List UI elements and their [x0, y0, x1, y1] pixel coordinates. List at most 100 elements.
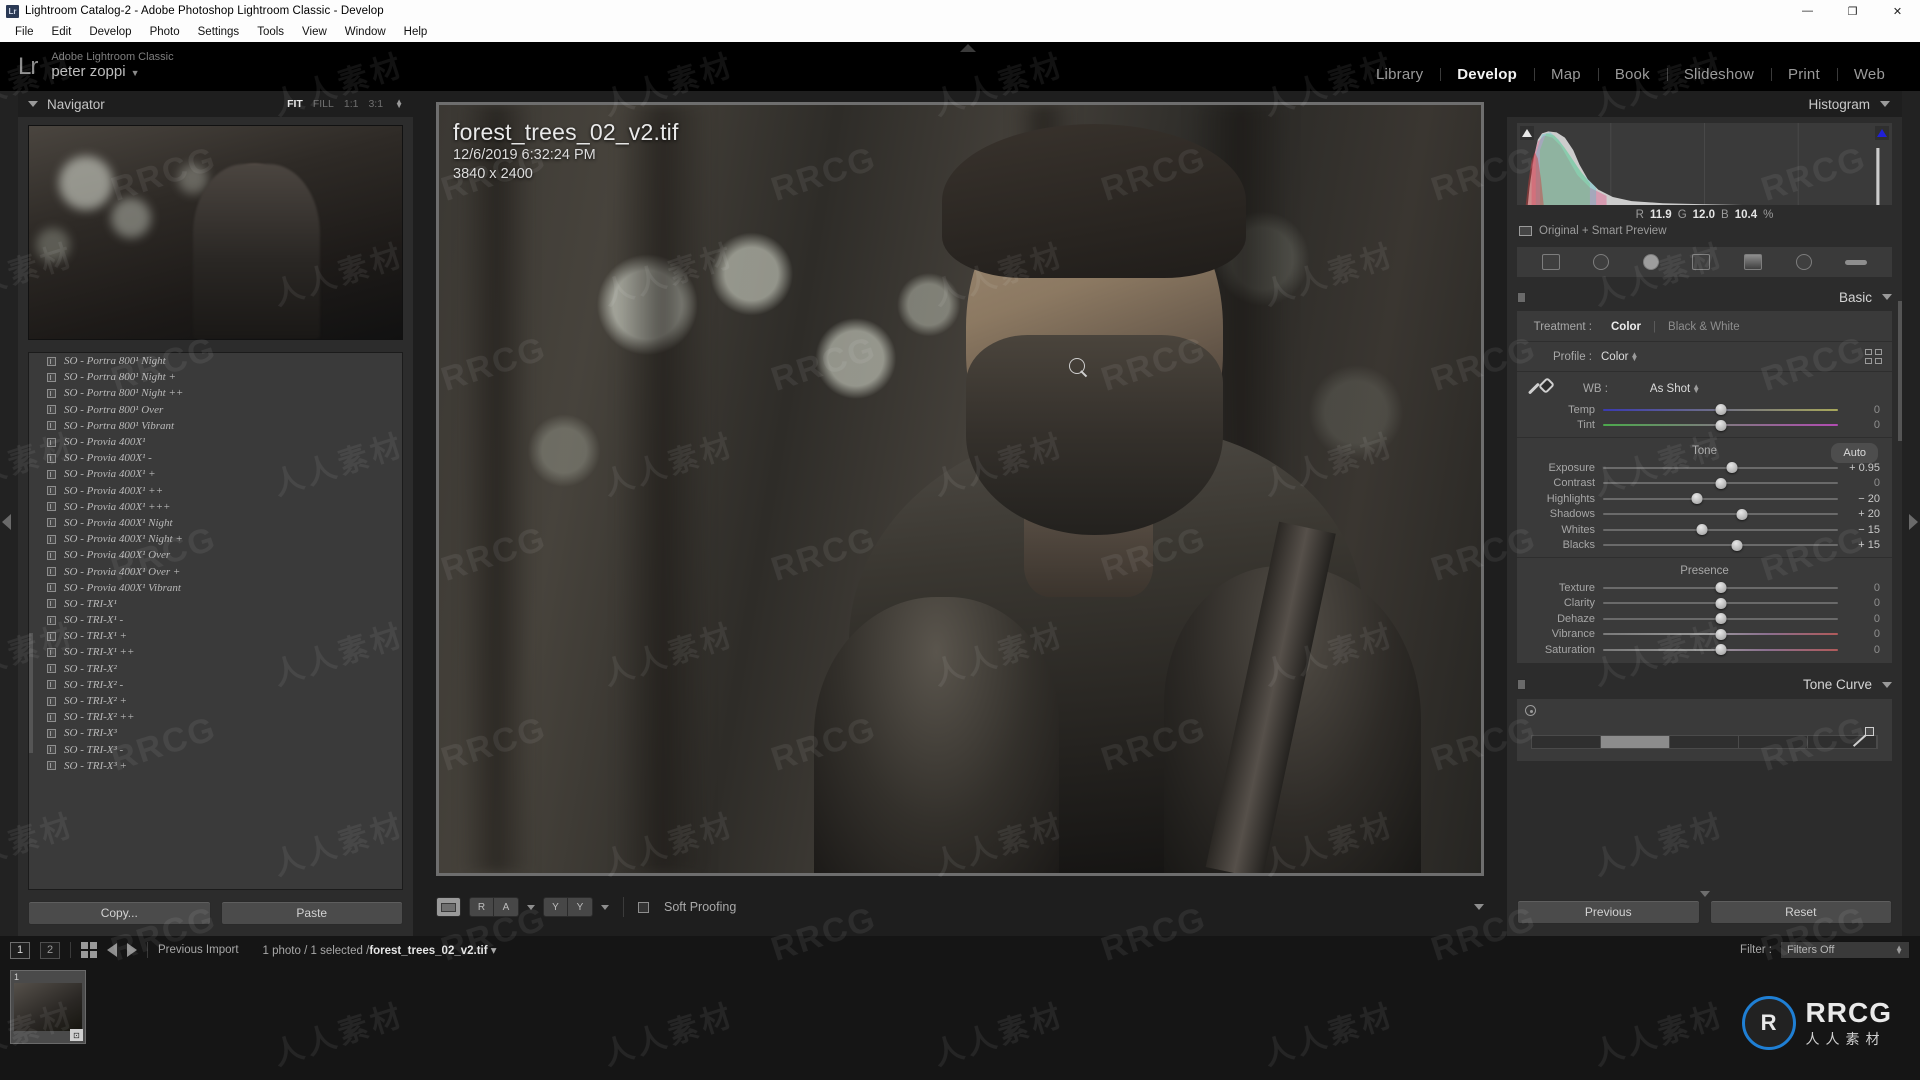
- slider-value[interactable]: + 20: [1838, 508, 1884, 520]
- filter-select[interactable]: Filters Off ▲ ▼: [1780, 941, 1910, 959]
- triangle-down-icon[interactable]: [1880, 101, 1890, 107]
- module-print[interactable]: Print: [1770, 66, 1837, 83]
- masking-tool-icon[interactable]: [1692, 254, 1711, 270]
- preset-item[interactable]: SO - Provia 400X¹ Over +: [29, 563, 402, 579]
- slider-track[interactable]: [1603, 611, 1838, 626]
- filmstrip-caret-icon[interactable]: ▾: [491, 945, 497, 957]
- triangle-down-icon[interactable]: [1882, 294, 1892, 300]
- after-view-button[interactable]: A: [494, 897, 519, 917]
- basic-panel-switch[interactable]: [1517, 291, 1526, 303]
- slider-value[interactable]: 0: [1838, 582, 1884, 594]
- tone-curve-range-strip[interactable]: [1531, 734, 1878, 749]
- module-web[interactable]: Web: [1836, 66, 1902, 83]
- before-after-caret-icon[interactable]: [527, 904, 535, 910]
- loupe-view-button[interactable]: [436, 897, 461, 917]
- slider-track[interactable]: [1603, 418, 1838, 433]
- graduated-filter-tool-icon[interactable]: [1744, 254, 1763, 270]
- preset-item[interactable]: SO - Provia 400X¹ Night: [29, 515, 402, 531]
- slider-texture[interactable]: Texture 0: [1517, 580, 1892, 596]
- slider-track[interactable]: [1603, 507, 1838, 522]
- slider-knob[interactable]: [1715, 628, 1726, 640]
- slider-track[interactable]: [1603, 642, 1838, 657]
- slider-value[interactable]: + 0.95: [1838, 462, 1884, 474]
- slider-value[interactable]: − 20: [1838, 493, 1884, 505]
- module-library[interactable]: Library: [1359, 66, 1440, 83]
- slider-saturation[interactable]: Saturation 0: [1517, 642, 1892, 658]
- preset-item[interactable]: SO - TRI-X¹ ++: [29, 644, 402, 660]
- navigator-header[interactable]: Navigator FIT FILL 1:1 3:1 ▲ ▼: [18, 91, 413, 117]
- preset-item[interactable]: SO - Provia 400X¹ ++: [29, 483, 402, 499]
- eyedropper-icon[interactable]: [1527, 378, 1553, 400]
- slider-clarity[interactable]: Clarity 0: [1517, 596, 1892, 612]
- wb-value[interactable]: As Shot: [1650, 383, 1690, 395]
- close-button[interactable]: ✕: [1875, 0, 1920, 22]
- compare-right-button[interactable]: Y: [568, 897, 593, 917]
- slider-temp[interactable]: Temp 0: [1517, 402, 1892, 418]
- slider-track[interactable]: [1603, 627, 1838, 642]
- slider-value[interactable]: + 15: [1838, 539, 1884, 551]
- slider-whites[interactable]: Whites − 15: [1517, 522, 1892, 538]
- slider-value[interactable]: 0: [1838, 419, 1884, 431]
- slider-shadows[interactable]: Shadows + 20: [1517, 507, 1892, 523]
- slider-value[interactable]: 0: [1838, 613, 1884, 625]
- histogram-header[interactable]: Histogram: [1507, 91, 1902, 117]
- preset-item[interactable]: SO - TRI-X¹: [29, 596, 402, 612]
- slider-track[interactable]: [1603, 460, 1838, 475]
- reset-button[interactable]: Reset: [1709, 900, 1892, 924]
- slider-exposure[interactable]: Exposure + 0.95: [1517, 460, 1892, 476]
- slider-track[interactable]: [1603, 476, 1838, 491]
- module-slideshow[interactable]: Slideshow: [1666, 66, 1771, 83]
- preset-item[interactable]: SO - Provia 400X¹: [29, 434, 402, 450]
- slider-knob[interactable]: [1731, 539, 1743, 551]
- menu-item-photo[interactable]: Photo: [141, 24, 189, 40]
- maximize-button[interactable]: ❐: [1830, 0, 1875, 22]
- module-develop[interactable]: Develop: [1440, 66, 1534, 83]
- slider-value[interactable]: 0: [1838, 628, 1884, 640]
- navigator-preview[interactable]: [28, 125, 403, 340]
- compare-caret-icon[interactable]: [601, 904, 609, 910]
- preset-item[interactable]: SO - TRI-X² ++: [29, 709, 402, 725]
- menu-item-view[interactable]: View: [293, 24, 336, 40]
- menu-item-settings[interactable]: Settings: [189, 24, 249, 40]
- slider-knob[interactable]: [1715, 597, 1726, 609]
- menu-item-edit[interactable]: Edit: [43, 24, 81, 40]
- preset-list[interactable]: SO - Portra 800¹ Night SO - Portra 800¹ N…: [28, 352, 403, 890]
- page-2-button[interactable]: 2: [40, 941, 60, 959]
- radial-filter-tool-icon[interactable]: [1795, 254, 1812, 270]
- slider-knob[interactable]: [1715, 404, 1726, 416]
- slider-knob[interactable]: [1696, 524, 1708, 536]
- slider-dehaze[interactable]: Dehaze 0: [1517, 611, 1892, 627]
- shadow-clipping-button[interactable]: [1520, 126, 1534, 140]
- filmstrip-source[interactable]: Previous Import: [158, 944, 239, 956]
- slider-tint[interactable]: Tint 0: [1517, 418, 1892, 434]
- zoom-mode-1-1[interactable]: 1:1: [344, 98, 359, 110]
- copy-button[interactable]: Copy...: [28, 901, 211, 925]
- right-scrollbar[interactable]: [1898, 301, 1902, 441]
- menu-item-tools[interactable]: Tools: [248, 24, 293, 40]
- before-view-button[interactable]: R: [469, 897, 494, 917]
- histogram-graph[interactable]: [1517, 123, 1892, 205]
- preset-item[interactable]: SO - Portra 800¹ Over: [29, 402, 402, 418]
- slider-track[interactable]: [1603, 402, 1838, 417]
- back-arrow-icon[interactable]: [107, 943, 117, 957]
- treatment-color-option[interactable]: Color: [1601, 321, 1651, 333]
- slider-track[interactable]: [1603, 580, 1838, 595]
- slider-knob[interactable]: [1715, 582, 1726, 594]
- preset-item[interactable]: SO - Portra 800¹ Night: [29, 353, 402, 369]
- auto-tone-button[interactable]: Auto: [1831, 443, 1878, 463]
- left-scrollbar[interactable]: [29, 633, 33, 753]
- tone-curve-header[interactable]: Tone Curve: [1517, 673, 1892, 697]
- menu-item-window[interactable]: Window: [336, 24, 395, 40]
- point-curve-icon[interactable]: [1854, 726, 1874, 747]
- preset-item[interactable]: SO - TRI-X² -: [29, 677, 402, 693]
- slider-highlights[interactable]: Highlights − 20: [1517, 491, 1892, 507]
- preset-item[interactable]: SO - Provia 400X¹ +++: [29, 499, 402, 515]
- paste-button[interactable]: Paste: [220, 901, 403, 925]
- slider-value[interactable]: 0: [1838, 644, 1884, 656]
- slider-knob[interactable]: [1715, 613, 1726, 625]
- slider-knob[interactable]: [1715, 477, 1726, 489]
- filmstrip-thumbnail[interactable]: 1 ⊡: [10, 970, 86, 1044]
- right-panel-collapse-icon[interactable]: [1909, 513, 1918, 530]
- menu-item-develop[interactable]: Develop: [80, 24, 140, 40]
- preset-item[interactable]: SO - Provia 400X¹ -: [29, 450, 402, 466]
